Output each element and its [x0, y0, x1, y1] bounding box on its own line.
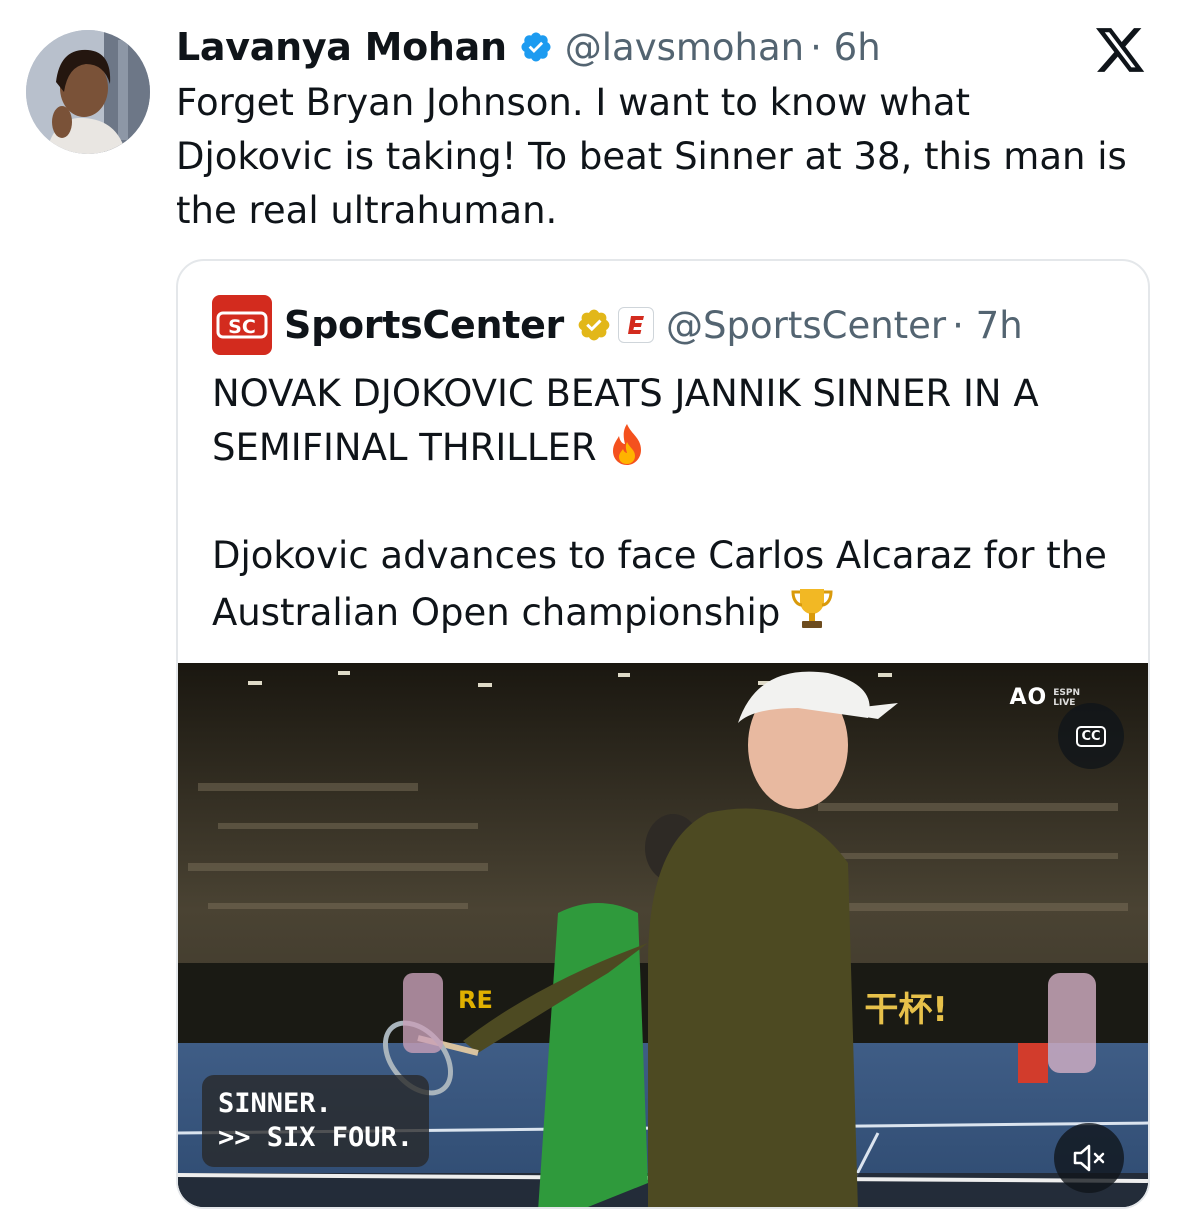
fire-emoji-icon	[612, 424, 641, 465]
tweet-timestamp[interactable]: · 6h	[810, 26, 881, 69]
tweet-header: Lavanya Mohan @lavsmohan · 6h	[176, 20, 881, 74]
quoted-timestamp[interactable]: · 7h	[952, 304, 1023, 347]
muted-speaker-icon	[1073, 1144, 1105, 1172]
video-caption: SINNER. >> SIX FOUR.	[202, 1075, 430, 1167]
broadcast-logo-network: ESPN LIVE	[1053, 688, 1080, 708]
verified-badge-icon[interactable]	[519, 30, 553, 64]
cc-icon: CC	[1076, 725, 1106, 747]
gold-verified-badge-icon[interactable]	[576, 307, 612, 343]
video-player[interactable]: RE S 干杯! ASTS	[178, 663, 1148, 1207]
author-name[interactable]: Lavanya Mohan	[176, 25, 507, 69]
sportscenter-avatar[interactable]: SC	[212, 295, 272, 355]
quoted-tweet-body: NOVAK DJOKOVIC BEATS JANNIK SINNER IN A …	[212, 367, 1112, 640]
x-logo-icon	[1096, 28, 1145, 72]
broadcast-network: ESPN	[1053, 687, 1080, 698]
broadcast-logo: AO ESPN LIVE	[1010, 685, 1081, 710]
broadcast-logo-ao: AO	[1009, 685, 1048, 710]
quoted-author-handle[interactable]: @SportsCenter	[666, 304, 946, 347]
svg-text:RE: RE	[458, 986, 493, 1014]
mute-button[interactable]	[1054, 1123, 1124, 1193]
quoted-tweet-card[interactable]: SC SportsCenter @SportsCenter · 7h NOVAK…	[176, 259, 1150, 1209]
trophy-emoji-icon	[791, 589, 833, 628]
tweet-text: Forget Bryan Johnson. I want to know wha…	[176, 81, 1127, 232]
quoted-tweet-header: SC SportsCenter @SportsCenter · 7h	[212, 295, 1023, 355]
author-avatar[interactable]	[26, 30, 150, 154]
author-handle[interactable]: @lavsmohan	[565, 26, 804, 69]
broadcast-live: LIVE	[1053, 697, 1076, 708]
tweet-body: Forget Bryan Johnson. I want to know wha…	[176, 76, 1136, 238]
closed-captions-button[interactable]: CC	[1058, 703, 1124, 769]
espn-affiliate-badge-icon[interactable]	[618, 307, 654, 343]
quoted-author-name[interactable]: SportsCenter	[284, 303, 564, 347]
sportscenter-logo-icon: SC	[216, 311, 268, 339]
quoted-description: Djokovic advances to face Carlos Alcaraz…	[212, 534, 1107, 634]
svg-text:SC: SC	[228, 316, 256, 338]
